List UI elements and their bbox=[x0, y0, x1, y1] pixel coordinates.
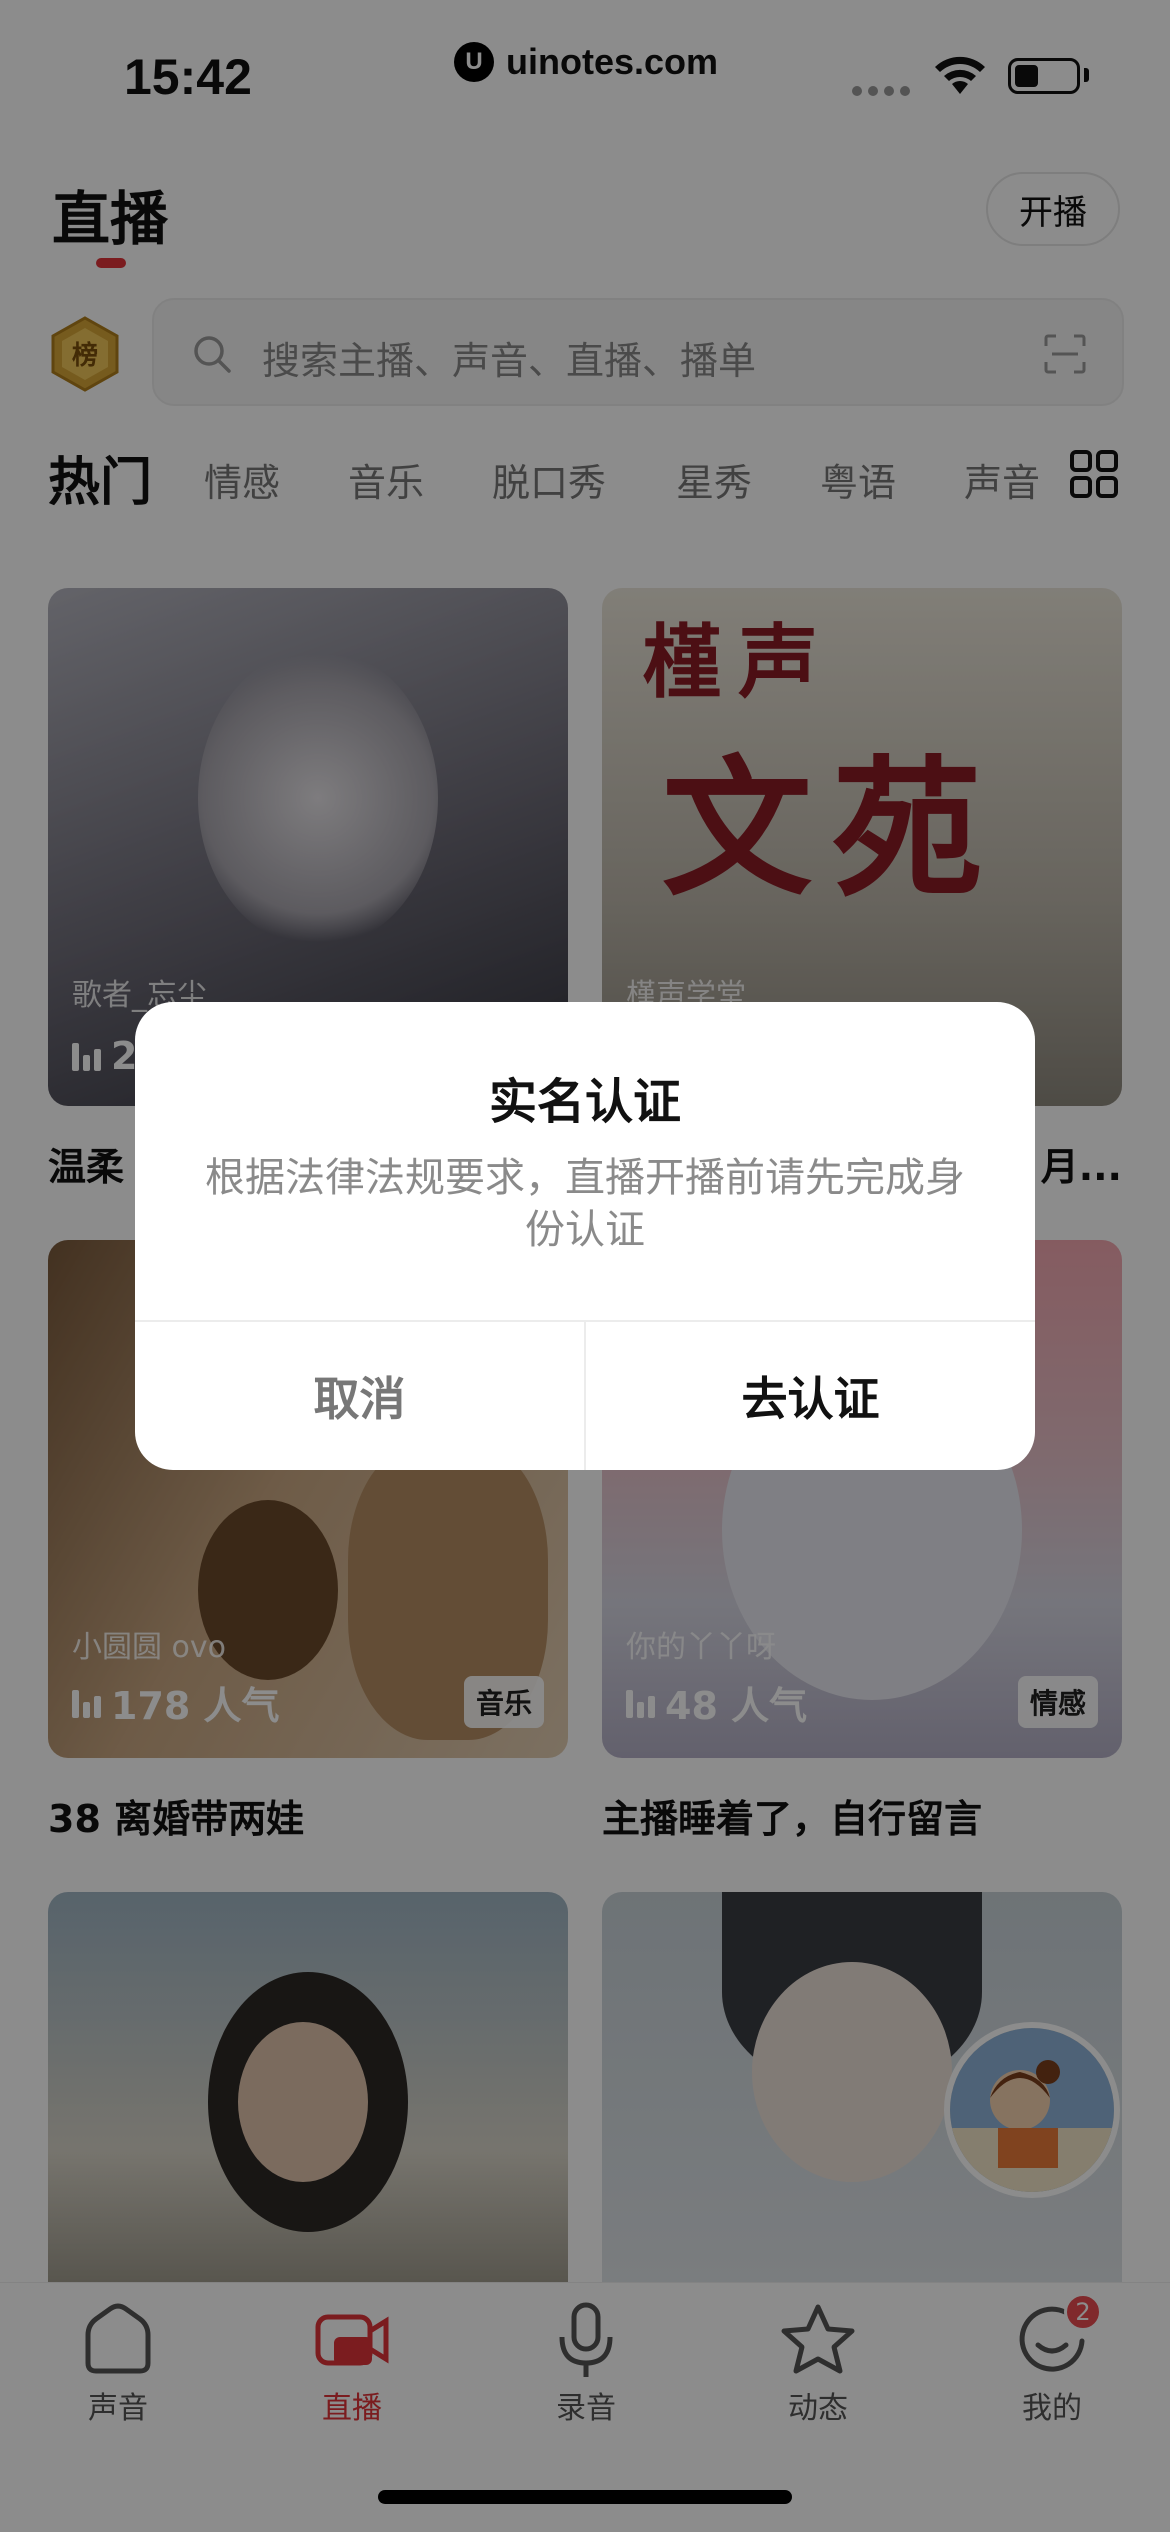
cancel-button[interactable]: 取消 bbox=[135, 1322, 584, 1470]
real-name-auth-dialog: 实名认证 根据法律法规要求，直播开播前请先完成身份认证 取消 去认证 bbox=[135, 1002, 1035, 1470]
dialog-title: 实名认证 bbox=[488, 1074, 681, 1130]
verify-button[interactable]: 去认证 bbox=[586, 1322, 1035, 1470]
dialog-message: 根据法律法规要求，直播开播前请先完成身份认证 bbox=[205, 1155, 965, 1253]
